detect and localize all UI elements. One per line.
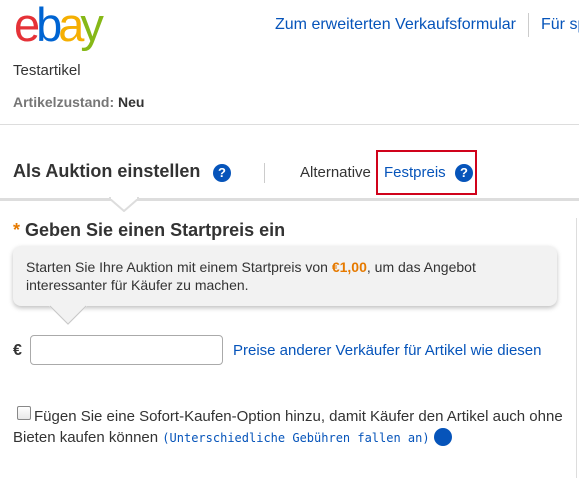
other-sellers-prices-link[interactable]: Preise anderer Verkäufer für Artikel wie…	[233, 341, 553, 360]
item-title: Testartikel	[13, 62, 81, 79]
tab-separator	[264, 163, 265, 183]
logo-letter-e: e	[14, 0, 40, 51]
logo-letter-a: a	[58, 0, 84, 51]
active-tab-pointer	[109, 196, 139, 212]
tab-underline	[0, 198, 579, 201]
start-price-input[interactable]	[30, 335, 223, 365]
logo-letter-b: b	[36, 0, 62, 51]
question-circle-icon[interactable]: ?	[433, 428, 463, 447]
ebay-logo[interactable]: ebay	[14, 1, 110, 48]
question-circle-icon[interactable]: ?	[213, 164, 231, 182]
header-link-truncated[interactable]: Für sp	[541, 16, 579, 34]
logo-letter-y: y	[80, 0, 103, 51]
tab-auction[interactable]: Als Auktion einstellen	[13, 161, 200, 182]
item-condition: Artikelzustand: Neu	[13, 94, 144, 110]
start-price-tip: Starten Sie Ihre Auktion mit einem Start…	[13, 246, 557, 306]
section-border	[576, 218, 577, 478]
fees-link[interactable]: (Unterschiedliche Gebühren fallen an)	[162, 431, 429, 445]
divider	[0, 124, 579, 125]
tip-price: €1,00	[331, 259, 367, 275]
start-price-heading: * Geben Sie einen Startpreis ein	[13, 220, 285, 241]
tab-fixed-price[interactable]: Festpreis	[384, 164, 446, 181]
currency-symbol: €	[13, 342, 22, 359]
buy-it-now-checkbox[interactable]	[17, 406, 31, 420]
header-separator	[528, 13, 529, 37]
required-mark: *	[13, 220, 21, 240]
condition-label: Artikelzustand:	[13, 94, 115, 110]
tip-text-before: Starten Sie Ihre Auktion mit einem Start…	[26, 259, 328, 275]
start-price-heading-text: Geben Sie einen Startpreis ein	[25, 220, 286, 240]
alternative-label: Alternative	[300, 164, 371, 181]
buy-it-now-option: Fügen Sie eine Sofort-Kaufen-Option hinz…	[13, 406, 563, 449]
advanced-selling-form-link[interactable]: Zum erweiterten Verkaufsformular	[275, 16, 516, 34]
tip-pointer	[48, 305, 88, 325]
question-circle-icon[interactable]: ?	[455, 164, 473, 182]
condition-value: Neu	[118, 94, 145, 110]
